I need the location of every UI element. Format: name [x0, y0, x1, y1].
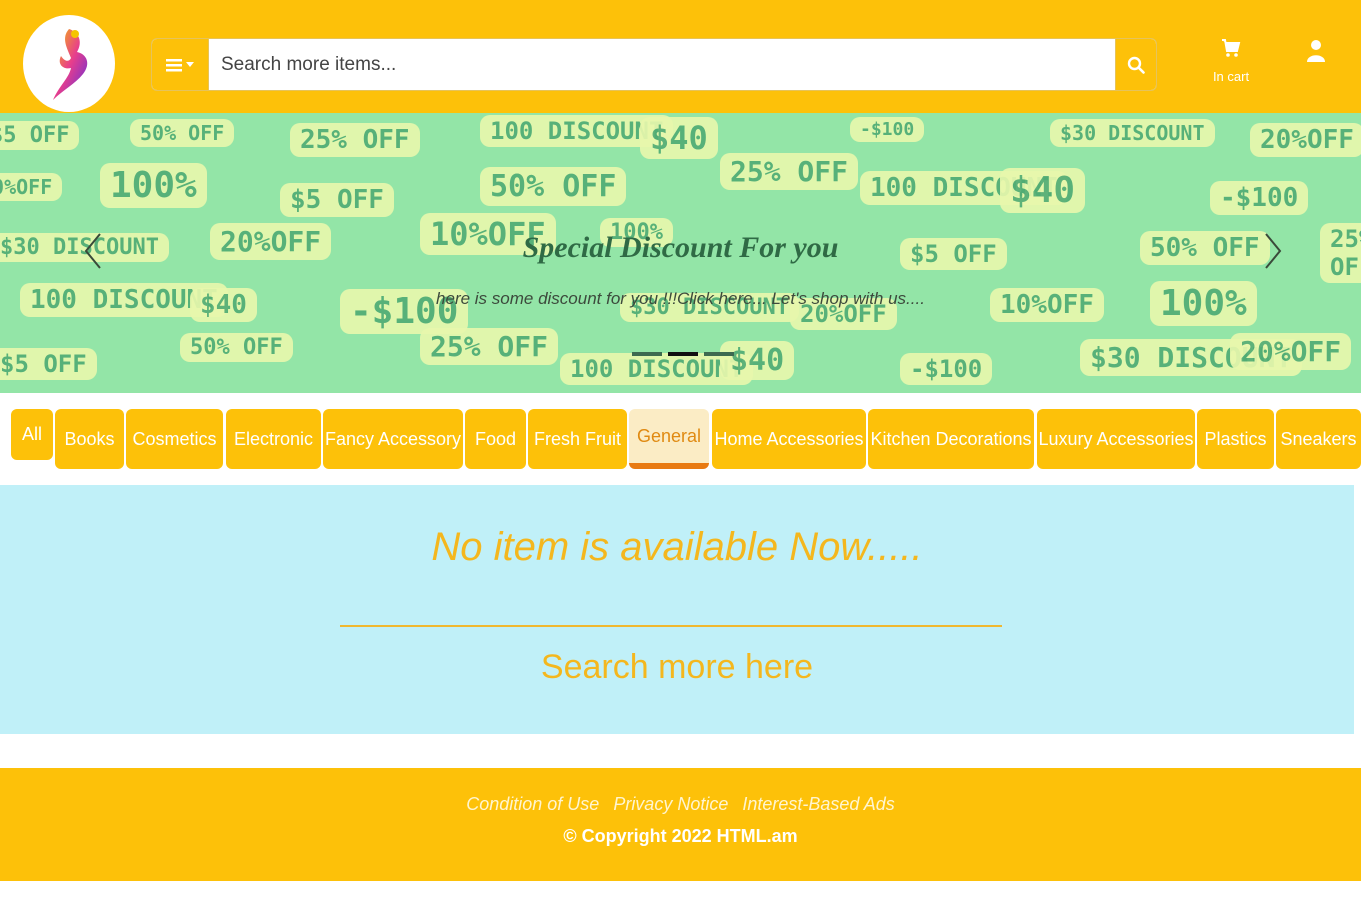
category-tab-sneakers[interactable]: Sneakers — [1276, 409, 1361, 469]
cart-label: In cart — [1212, 69, 1250, 84]
search-bar — [151, 38, 1157, 91]
header: In cart — [0, 0, 1361, 113]
footer-link-privacy-notice[interactable]: Privacy Notice — [613, 794, 728, 815]
user-icon — [1307, 40, 1325, 62]
carousel-prev-button[interactable] — [82, 231, 104, 271]
search-button[interactable] — [1115, 39, 1156, 90]
carousel-indicator[interactable] — [668, 352, 698, 356]
dancer-logo-icon — [53, 28, 88, 100]
cart-button[interactable]: In cart — [1205, 38, 1257, 84]
category-tab-fresh-fruit[interactable]: Fresh Fruit — [528, 409, 627, 469]
slide-title: Special Discount For you — [522, 231, 839, 264]
carousel-next-button[interactable] — [1262, 231, 1284, 271]
category-tab-general[interactable]: General — [629, 409, 709, 469]
main-content: No item is available Now..... Search mor… — [0, 485, 1354, 734]
carousel-indicators — [632, 352, 734, 356]
search-icon — [1127, 56, 1145, 74]
slide-caption[interactable]: here is some discount for you !!!Click h… — [0, 289, 1361, 309]
shopping-cart-icon — [1222, 39, 1241, 57]
category-tab-fancy-accessory[interactable]: Fancy Accessory — [323, 409, 463, 469]
footer: Condition of Use Privacy Notice Interest-B… — [0, 768, 1361, 881]
footer-links: Condition of Use Privacy Notice Interest-B… — [0, 794, 1361, 815]
search-more-link[interactable]: Search more here — [0, 648, 1354, 687]
footer-link-condition-of-use[interactable]: Condition of Use — [466, 794, 599, 815]
category-tab-all[interactable]: All — [11, 409, 53, 460]
search-input[interactable] — [209, 39, 1115, 90]
category-tab-electronic[interactable]: Electronic — [226, 409, 321, 469]
category-menu-button[interactable] — [152, 39, 209, 90]
chevron-right-icon — [1265, 233, 1282, 269]
empty-state-message: No item is available Now..... — [431, 525, 923, 569]
category-tab-books[interactable]: Books — [55, 409, 124, 469]
category-tab-kitchen-decorations[interactable]: Kitchen Decorations — [868, 409, 1034, 469]
carousel-indicator[interactable] — [704, 352, 734, 356]
category-tabs: All Books Cosmetics Electronic Fancy Accesso… — [11, 409, 1361, 471]
footer-link-interest-based-ads[interactable]: Interest-Based Ads — [742, 794, 894, 815]
category-tab-home-accessories[interactable]: Home Accessories — [712, 409, 866, 469]
divider — [340, 625, 1002, 627]
category-tab-cosmetics[interactable]: Cosmetics — [126, 409, 223, 469]
category-tab-luxury-accessories[interactable]: Luxury Accessories — [1037, 409, 1195, 469]
user-account-button[interactable] — [1304, 38, 1328, 67]
copyright: © Copyright 2022 HTML.am — [563, 826, 798, 846]
hamburger-icon — [166, 58, 182, 71]
category-tab-food[interactable]: Food — [465, 409, 526, 469]
caret-down-icon — [186, 62, 194, 67]
logo[interactable] — [23, 15, 115, 112]
category-tab-plastics[interactable]: Plastics — [1197, 409, 1274, 469]
promo-carousel[interactable]: $5 OFF50% OFF25% OFF100 DISCOUNT$40-$100… — [0, 113, 1361, 393]
chevron-left-icon — [84, 233, 101, 269]
carousel-indicator[interactable] — [632, 352, 662, 356]
